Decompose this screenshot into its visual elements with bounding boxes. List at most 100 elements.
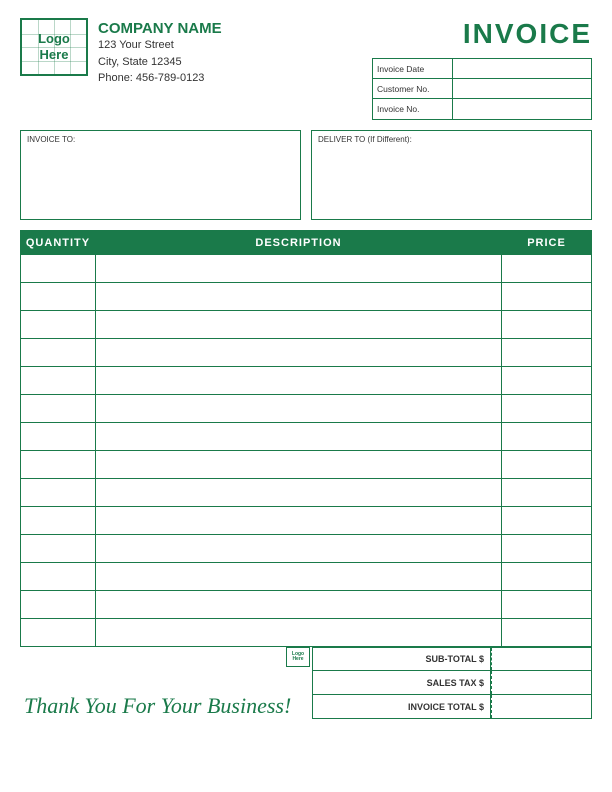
qty-cell[interactable]: [21, 311, 96, 339]
logo-line1: Logo: [38, 31, 70, 47]
desc-cell[interactable]: [96, 591, 502, 619]
logo-text: Logo Here: [38, 31, 70, 62]
customer-no-row: Customer No.: [373, 79, 591, 99]
table-row[interactable]: [21, 479, 592, 507]
desc-cell[interactable]: [96, 395, 502, 423]
qty-cell[interactable]: [21, 479, 96, 507]
price-cell[interactable]: [502, 339, 592, 367]
qty-cell[interactable]: [21, 367, 96, 395]
thank-you-message: Thank You For Your Business!: [20, 683, 291, 719]
invoice-to-content[interactable]: [27, 148, 294, 208]
qty-header: QUANTITY: [21, 231, 96, 255]
company-info: COMPANY NAME 123 Your Street City, State…: [98, 18, 222, 87]
invoicetotal-value[interactable]: [491, 695, 591, 718]
price-cell[interactable]: [502, 423, 592, 451]
table-row[interactable]: [21, 311, 592, 339]
desc-cell[interactable]: [96, 339, 502, 367]
desc-cell[interactable]: [96, 535, 502, 563]
desc-cell[interactable]: [96, 311, 502, 339]
price-cell[interactable]: [502, 451, 592, 479]
price-cell[interactable]: [502, 283, 592, 311]
qty-cell[interactable]: [21, 535, 96, 563]
table-header: QUANTITY DESCRIPTION PRICE: [21, 231, 592, 255]
price-cell[interactable]: [502, 255, 592, 283]
invoice-date-value[interactable]: [453, 59, 591, 78]
totals-block: SUB-TOTAL $ SALES TAX $ INVOICE TOTAL $: [312, 647, 592, 719]
desc-header: DESCRIPTION: [96, 231, 502, 255]
price-cell[interactable]: [502, 367, 592, 395]
invoice-no-row: Invoice No.: [373, 99, 591, 119]
desc-cell[interactable]: [96, 479, 502, 507]
subtotal-row: SUB-TOTAL $: [312, 647, 592, 671]
salestax-value[interactable]: [491, 671, 591, 694]
qty-cell[interactable]: [21, 395, 96, 423]
table-row[interactable]: [21, 507, 592, 535]
table-row[interactable]: [21, 563, 592, 591]
footer-section: Thank You For Your Business! LogoHere SU…: [20, 647, 592, 719]
table-row[interactable]: [21, 535, 592, 563]
deliver-to-content[interactable]: [318, 148, 585, 208]
deliver-to-box: DELIVER TO (If Different):: [311, 130, 592, 220]
invoicetotal-row: INVOICE TOTAL $: [312, 695, 592, 719]
price-cell[interactable]: [502, 311, 592, 339]
qty-cell[interactable]: [21, 283, 96, 311]
qty-cell[interactable]: [21, 451, 96, 479]
desc-cell[interactable]: [96, 619, 502, 647]
table-row[interactable]: [21, 255, 592, 283]
invoice-no-value[interactable]: [453, 99, 591, 119]
price-cell[interactable]: [502, 563, 592, 591]
price-cell[interactable]: [502, 395, 592, 423]
invoicetotal-label: INVOICE TOTAL $: [313, 695, 491, 718]
invoice-date-row: Invoice Date: [373, 59, 591, 79]
company-phone: Phone: 456-789-0123: [98, 70, 222, 87]
logo-box: Logo Here: [20, 18, 88, 76]
invoice-page: Logo Here COMPANY NAME 123 Your Street C…: [0, 0, 612, 792]
qty-cell[interactable]: [21, 423, 96, 451]
small-logo: LogoHere: [286, 647, 310, 667]
qty-cell[interactable]: [21, 591, 96, 619]
header-section: Logo Here COMPANY NAME 123 Your Street C…: [20, 18, 592, 120]
qty-cell[interactable]: [21, 507, 96, 535]
table-row[interactable]: [21, 339, 592, 367]
company-name: COMPANY NAME: [98, 20, 222, 37]
header-right: INVOICE Invoice Date Customer No. Invoic…: [372, 18, 592, 120]
desc-cell[interactable]: [96, 451, 502, 479]
subtotal-value[interactable]: [491, 648, 591, 670]
logo-line2: Here: [38, 47, 70, 63]
deliver-to-label: DELIVER TO (If Different):: [318, 135, 585, 144]
desc-cell[interactable]: [96, 563, 502, 591]
table-row[interactable]: [21, 367, 592, 395]
totals-area: LogoHere SUB-TOTAL $ SALES TAX $ INVOICE…: [312, 647, 592, 719]
customer-no-label: Customer No.: [373, 79, 453, 98]
invoice-to-box: INVOICE TO:: [20, 130, 301, 220]
qty-cell[interactable]: [21, 563, 96, 591]
desc-cell[interactable]: [96, 367, 502, 395]
table-row[interactable]: [21, 619, 592, 647]
table-row[interactable]: [21, 395, 592, 423]
invoice-date-label: Invoice Date: [373, 59, 453, 78]
price-cell[interactable]: [502, 535, 592, 563]
invoice-no-label: Invoice No.: [373, 99, 453, 119]
price-cell[interactable]: [502, 619, 592, 647]
price-cell[interactable]: [502, 591, 592, 619]
customer-no-value[interactable]: [453, 79, 591, 98]
table-row[interactable]: [21, 423, 592, 451]
invoice-fields: Invoice Date Customer No. Invoice No.: [372, 58, 592, 120]
desc-cell[interactable]: [96, 283, 502, 311]
price-cell[interactable]: [502, 479, 592, 507]
company-address2: City, State 12345: [98, 54, 222, 71]
salestax-label: SALES TAX $: [313, 671, 491, 694]
thank-you-text: Thank You For Your Business!: [20, 683, 291, 719]
desc-cell[interactable]: [96, 423, 502, 451]
invoice-to-label: INVOICE TO:: [27, 135, 294, 144]
qty-cell[interactable]: [21, 255, 96, 283]
qty-cell[interactable]: [21, 339, 96, 367]
qty-cell[interactable]: [21, 619, 96, 647]
table-row[interactable]: [21, 283, 592, 311]
desc-cell[interactable]: [96, 255, 502, 283]
desc-cell[interactable]: [96, 507, 502, 535]
table-row[interactable]: [21, 451, 592, 479]
salestax-row: SALES TAX $: [312, 671, 592, 695]
price-cell[interactable]: [502, 507, 592, 535]
table-row[interactable]: [21, 591, 592, 619]
